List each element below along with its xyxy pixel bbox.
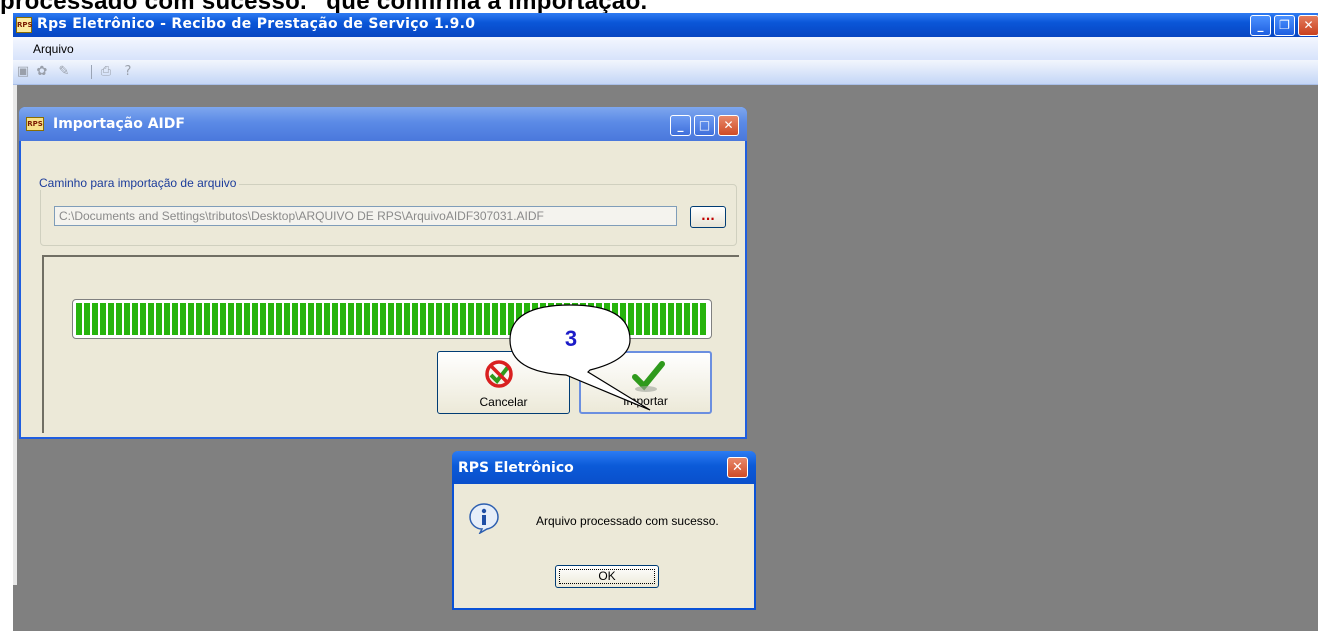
file-path-field[interactable]: C:\Documents and Settings\tributos\Deskt… [54, 206, 677, 226]
info-icon [469, 503, 499, 534]
ok-button[interactable]: OK [555, 565, 659, 588]
cancel-button[interactable]: Cancelar [437, 351, 570, 414]
message-box-close-button[interactable]: ✕ [727, 457, 748, 478]
toolbar-separator [91, 65, 92, 79]
window-title: Rps Eletrônico - Recibo de Prestação de … [37, 16, 476, 32]
toolbar: ▣ ✿ ✎ ⎙ ? [13, 60, 1318, 85]
save-icon[interactable]: ▣ [16, 65, 30, 79]
cancel-label: Cancelar [479, 395, 528, 409]
import-dialog: RPS Importação AIDF _ □ ✕ Caminho para i… [19, 107, 747, 439]
message-box-titlebar[interactable]: RPS Eletrônico ✕ [452, 451, 756, 484]
path-group-label: Caminho para importação de arquivo [36, 176, 240, 190]
message-text: Arquivo processado com sucesso. [536, 514, 719, 528]
mdi-edge [13, 85, 17, 585]
cancel-icon [485, 360, 513, 388]
message-box: RPS Eletrônico ✕ Arquivo processado com … [452, 451, 756, 610]
dialog-close-button[interactable]: ✕ [718, 115, 739, 136]
gear-icon[interactable]: ✿ [35, 65, 49, 79]
edit-icon[interactable]: ✎ [57, 65, 71, 79]
import-label: Importar [623, 394, 668, 408]
main-titlebar[interactable]: RPS Rps Eletrônico - Recibo de Prestação… [13, 13, 1318, 37]
menubar: Arquivo [13, 37, 1318, 60]
import-dialog-title: Importação AIDF [53, 116, 185, 132]
restore-button[interactable]: ❐ [1274, 15, 1295, 36]
dialog-minimize-button[interactable]: _ [670, 115, 691, 136]
close-button[interactable]: ✕ [1298, 15, 1318, 36]
path-groupbox: Caminho para importação de arquivo C:\Do… [36, 176, 737, 246]
import-button[interactable]: Importar [579, 351, 712, 414]
rps-logo-icon: RPS [26, 117, 44, 131]
help-icon[interactable]: ? [121, 65, 135, 79]
import-panel: Cancelar Importar [42, 255, 739, 433]
minimize-button[interactable]: _ [1250, 15, 1271, 36]
app-logo-icon: RPS [16, 17, 33, 33]
callout-number: 3 [564, 326, 578, 351]
progress-fill [76, 303, 708, 335]
checkmark-icon [632, 361, 665, 392]
print-icon[interactable]: ⎙ [99, 65, 113, 79]
dialog-maximize-button[interactable]: □ [694, 115, 715, 136]
message-box-title: RPS Eletrônico [458, 460, 574, 476]
menu-arquivo[interactable]: Arquivo [33, 42, 74, 56]
browse-button[interactable]: ... [690, 206, 726, 228]
import-dialog-titlebar[interactable]: RPS Importação AIDF _ □ ✕ [19, 107, 747, 141]
progress-bar [72, 299, 712, 339]
